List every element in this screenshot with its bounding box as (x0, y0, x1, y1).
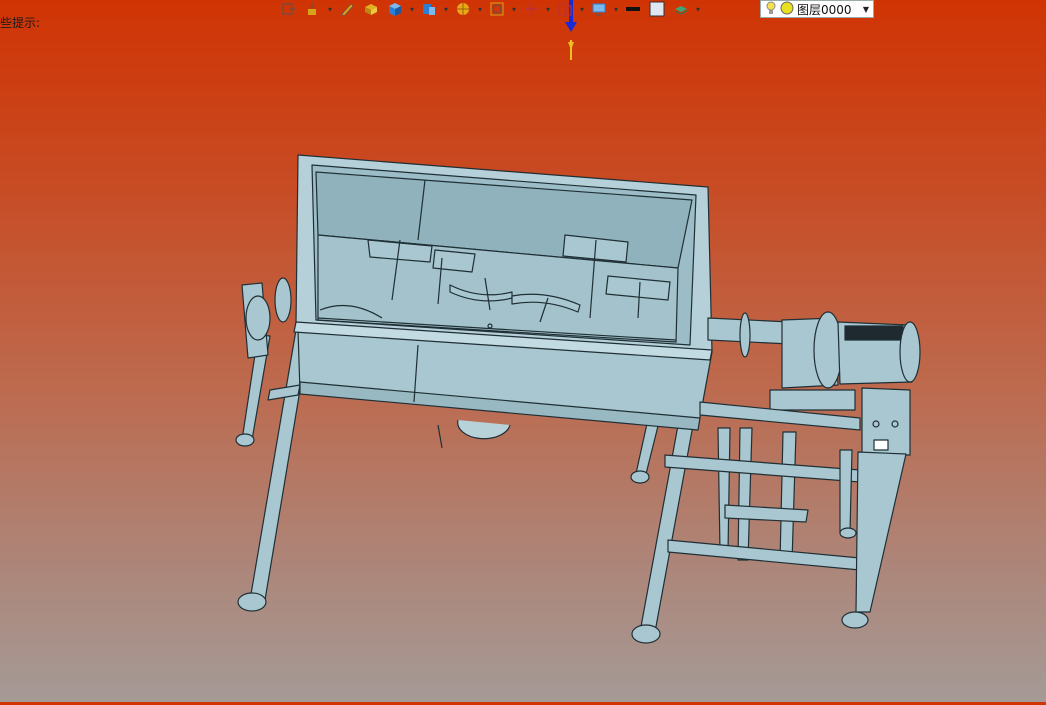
zoom-icon[interactable] (486, 0, 508, 18)
main-toolbar: ▾ ▾ ▾ ▾ ▾ ▾ ▾ ▾ ▾ (278, 0, 702, 18)
display-icon[interactable] (588, 0, 610, 18)
mixer-model (235, 154, 921, 644)
chevron-down-icon[interactable]: ▾ (612, 0, 620, 18)
pattern-icon[interactable] (452, 0, 474, 18)
chevron-down-icon[interactable]: ▾ (510, 0, 518, 18)
line-color-icon[interactable] (622, 0, 644, 18)
chevron-down-icon[interactable]: ▾ (544, 0, 552, 18)
lightbulb-icon[interactable] (765, 1, 777, 18)
extrude-icon[interactable] (302, 0, 324, 18)
layer-color-icon (780, 1, 794, 18)
layer-icon[interactable] (670, 0, 692, 18)
chevron-down-icon[interactable]: ▾ (408, 0, 416, 18)
chevron-down-icon[interactable]: ▾ (442, 0, 450, 18)
layer-name: 图层0000 (797, 2, 852, 17)
chevron-down-icon[interactable]: ▼ (863, 5, 869, 14)
chevron-down-icon[interactable]: ▾ (326, 0, 334, 18)
cube-icon[interactable] (384, 0, 406, 18)
status-hint: 些提示: (0, 16, 41, 30)
exit-sketch-icon[interactable] (278, 0, 300, 18)
pen-icon[interactable] (336, 0, 358, 18)
shell-icon[interactable] (418, 0, 440, 18)
chevron-down-icon[interactable]: ▾ (578, 0, 586, 18)
chevron-down-icon[interactable]: ▾ (476, 0, 484, 18)
3d-viewport[interactable] (0, 0, 1046, 702)
fill-color-icon[interactable] (646, 0, 668, 18)
measure-icon[interactable] (554, 0, 576, 18)
layer-dropdown[interactable]: 图层0000 ▼ (760, 0, 874, 18)
solid-box-icon[interactable] (360, 0, 382, 18)
chevron-down-icon[interactable]: ▾ (694, 0, 702, 18)
move-icon[interactable] (520, 0, 542, 18)
